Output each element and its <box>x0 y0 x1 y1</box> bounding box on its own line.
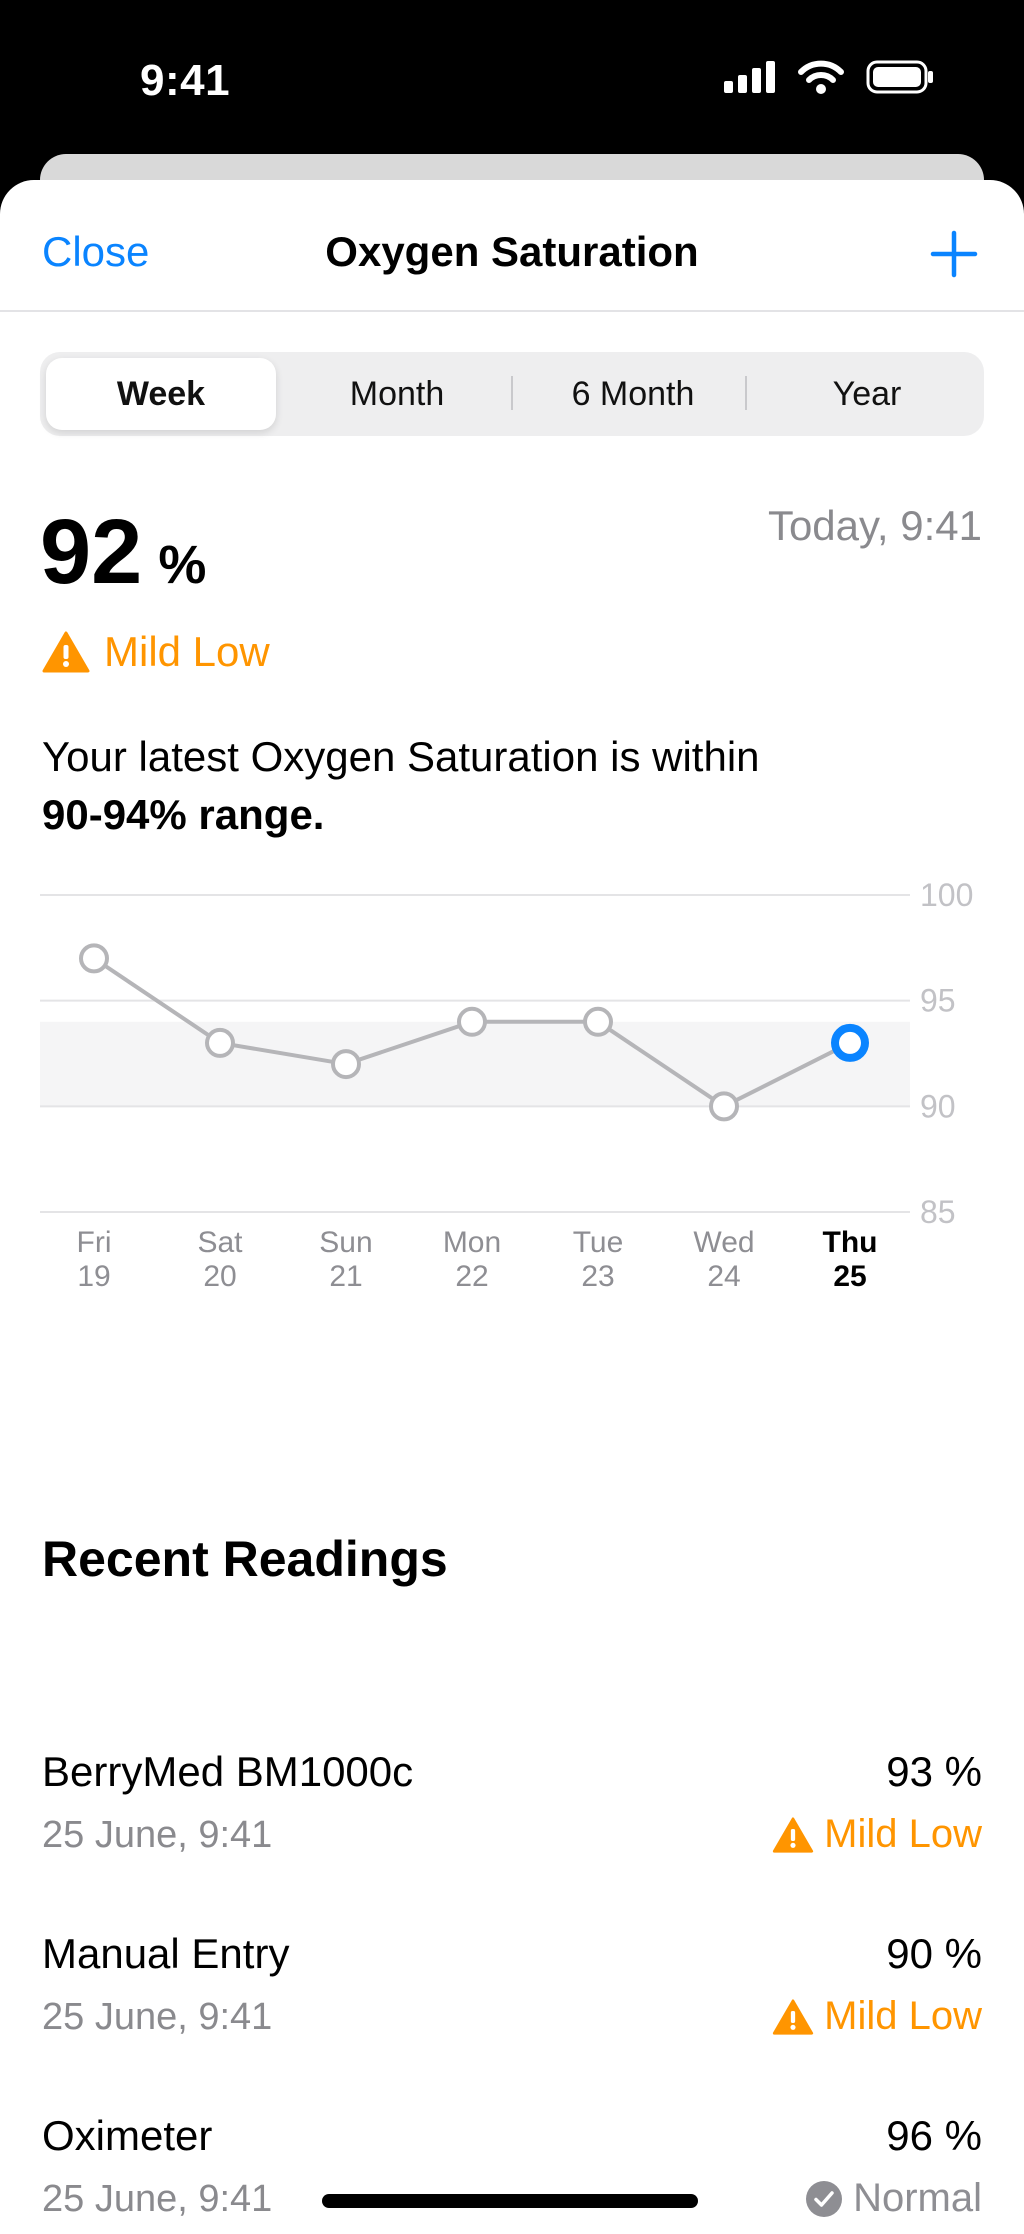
data-point <box>457 1006 487 1037</box>
segment-week[interactable]: Week <box>46 358 276 430</box>
current-value: 92% <box>40 500 206 605</box>
current-value-number: 92 <box>40 501 143 603</box>
warning-icon <box>773 1816 814 1853</box>
x-tick-day: Tue <box>573 1226 624 1259</box>
battery-icon <box>866 60 933 94</box>
reading-status: Mild Low <box>772 1994 982 2039</box>
x-tick-day: Mon <box>443 1226 501 1259</box>
x-tick-day: Sun <box>319 1226 372 1259</box>
segment-divider <box>511 376 513 410</box>
segment-year[interactable]: Year <box>752 358 982 430</box>
segment-6-month[interactable]: 6 Month <box>518 358 748 430</box>
warning-icon <box>42 631 90 673</box>
page-title: Oxygen Saturation <box>325 228 699 275</box>
reading-value: 96 % <box>886 2112 982 2159</box>
oxygen-chart: 100 95 90 85 Fri19 Sat20 Sun21 Mon22 Tue23 Wed24 T… <box>40 880 973 1293</box>
data-point <box>709 1091 739 1122</box>
reading-time: 25 June, 9:41 <box>42 1814 273 1856</box>
reading-source: BerryMed BM1000c <box>42 1748 414 1795</box>
description-range: 90-94% range. <box>42 791 325 838</box>
reading-source: Manual Entry <box>42 1930 290 1977</box>
time-range-segmented-control: Week Month 6 Month Year <box>40 352 984 436</box>
status-indicator: Mild Low <box>42 628 270 676</box>
x-tick-day: Wed <box>693 1226 754 1259</box>
navigation-bar: Close Oxygen Saturation <box>0 180 1024 312</box>
y-tick-label: 90 <box>920 1088 956 1124</box>
plus-icon[interactable] <box>930 230 978 278</box>
reading-status: Normal <box>805 2176 982 2221</box>
reading-source: Oximeter <box>42 2112 213 2159</box>
checkmark-circle-icon <box>806 2180 843 2217</box>
range-description: Your latest Oxygen Saturation is within … <box>42 728 982 844</box>
status-bar: 9:41 <box>0 0 1024 160</box>
x-tick-date: 20 <box>203 1260 236 1293</box>
reading-timestamp: Today, 9:41 <box>767 502 982 549</box>
y-tick-label: 95 <box>920 983 956 1019</box>
reading-row[interactable]: BerryMed BM1000c 25 June, 9:41 93 % Mild… <box>42 1748 982 1878</box>
reading-status-label: Mild Low <box>824 1812 982 1856</box>
segment-month[interactable]: Month <box>282 358 512 430</box>
segment-divider <box>745 376 747 410</box>
y-tick-label: 85 <box>920 1194 956 1230</box>
x-tick-date: 25 <box>833 1260 866 1293</box>
wifi-icon <box>798 60 844 94</box>
reading-value: 90 % <box>886 1930 982 1977</box>
x-tick-date: 23 <box>581 1260 614 1293</box>
data-point <box>79 943 109 974</box>
x-tick-day: Fri <box>77 1226 112 1259</box>
data-point <box>331 1049 361 1080</box>
signal-icon <box>724 61 775 93</box>
oxygen-saturation-sheet: Close Oxygen Saturation Week Month 6 Mon… <box>0 180 1024 2234</box>
reading-status: Mild Low <box>772 1812 982 1857</box>
reading-row[interactable]: Manual Entry 25 June, 9:41 90 % Mild Low <box>42 1930 982 2060</box>
reading-row[interactable]: Oximeter 25 June, 9:41 96 % Normal <box>42 2112 982 2234</box>
x-tick-date: 24 <box>707 1260 740 1293</box>
data-point <box>583 1006 613 1037</box>
selected-data-point <box>831 1023 869 1062</box>
y-tick-label: 100 <box>920 880 973 913</box>
reading-time: 25 June, 9:41 <box>42 1996 273 2038</box>
reading-status-label: Normal <box>853 2176 982 2220</box>
reading-status-label: Mild Low <box>824 1994 982 2038</box>
x-tick-day: Thu <box>823 1226 878 1259</box>
x-tick-date: 19 <box>77 1260 110 1293</box>
recent-readings-title: Recent Readings <box>42 1531 448 1587</box>
warning-icon <box>773 1998 814 2035</box>
status-icons <box>724 60 934 94</box>
data-point <box>205 1027 235 1058</box>
home-indicator <box>322 2194 698 2208</box>
x-tick-date: 21 <box>329 1260 362 1293</box>
x-tick-date: 22 <box>455 1260 488 1293</box>
status-time: 9:41 <box>140 56 231 105</box>
status-label: Mild Low <box>104 628 270 675</box>
reading-value: 93 % <box>886 1748 982 1795</box>
x-tick-day: Sat <box>197 1226 243 1259</box>
current-value-unit: % <box>158 535 207 595</box>
description-text: Your latest Oxygen Saturation is within <box>42 733 760 780</box>
reading-time: 25 June, 9:41 <box>42 2178 273 2220</box>
